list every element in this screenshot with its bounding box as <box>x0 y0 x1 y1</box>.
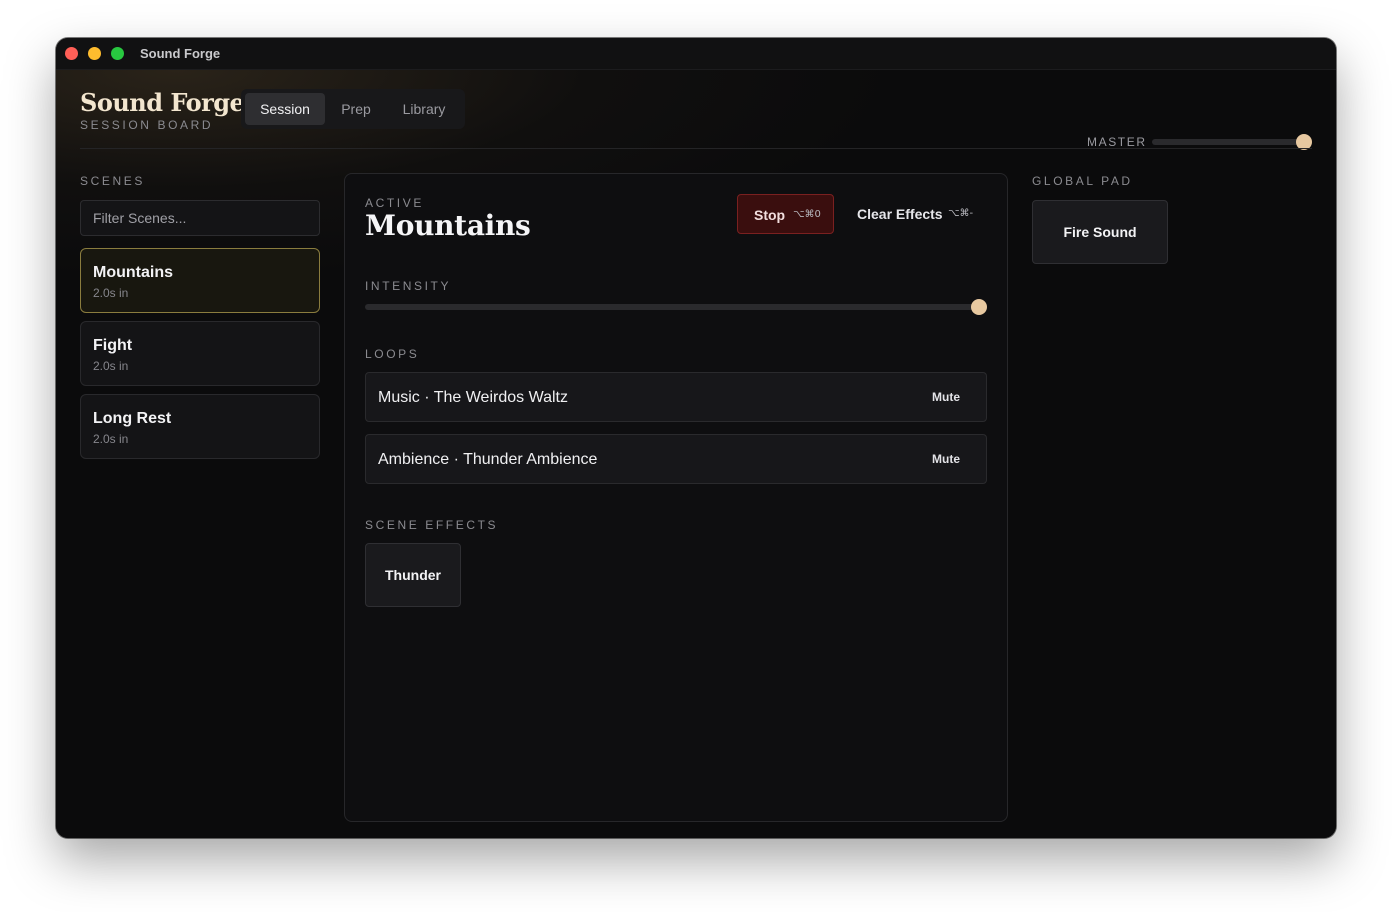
title-bar: Sound Forge <box>56 38 1336 70</box>
mute-button[interactable]: Mute <box>922 446 970 472</box>
brand-subtitle: SESSION BOARD <box>80 118 214 132</box>
scene-card-mountains[interactable]: Mountains 2.0s in <box>80 248 320 313</box>
active-scene-title: Mountains <box>365 209 531 242</box>
loop-row-ambience: Ambience · Thunder Ambience Mute <box>365 434 987 484</box>
stop-shortcut: ⌥⌘0 <box>793 209 821 220</box>
view-tabs: Session Prep Library <box>241 89 465 129</box>
scene-meta: 2.0s in <box>93 286 129 300</box>
mute-button[interactable]: Mute <box>922 384 970 410</box>
active-scene-panel: ACTIVE Mountains Stop ⌥⌘0 Clear Effects … <box>344 173 1008 822</box>
filter-scenes-input[interactable] <box>80 200 320 236</box>
clear-effects-shortcut: ⌥⌘- <box>948 208 974 219</box>
loop-label: Ambience · Thunder Ambience <box>378 451 598 468</box>
clear-effects-button[interactable]: Clear Effects ⌥⌘- <box>845 194 977 234</box>
brand-title: Sound Forge <box>80 88 245 117</box>
stop-button-label: Stop <box>754 207 786 223</box>
header-divider <box>80 148 1312 149</box>
scene-effects-label: SCENE EFFECTS <box>365 518 499 532</box>
app-content: Sound Forge SESSION BOARD Session Prep L… <box>56 70 1336 838</box>
scene-card-fight[interactable]: Fight 2.0s in <box>80 321 320 386</box>
scene-name: Long Rest <box>93 410 172 427</box>
intensity-knob[interactable] <box>971 299 987 315</box>
effect-pad-thunder[interactable]: Thunder <box>365 543 461 607</box>
tab-library[interactable]: Library <box>387 93 461 125</box>
loops-label: LOOPS <box>365 347 420 361</box>
global-pad-fire-sound[interactable]: Fire Sound <box>1032 200 1168 264</box>
intensity-label: INTENSITY <box>365 279 452 293</box>
scene-name: Fight <box>93 337 133 354</box>
scene-meta: 2.0s in <box>93 432 129 446</box>
loop-row-music: Music · The Weirdos Waltz Mute <box>365 372 987 422</box>
tab-session[interactable]: Session <box>245 93 325 125</box>
zoom-window-button[interactable] <box>111 47 124 60</box>
scenes-label: SCENES <box>80 174 145 188</box>
close-window-button[interactable] <box>65 47 78 60</box>
master-volume-slider[interactable] <box>1152 134 1312 150</box>
stop-button[interactable]: Stop ⌥⌘0 <box>737 194 834 234</box>
scene-card-long-rest[interactable]: Long Rest 2.0s in <box>80 394 320 459</box>
intensity-slider[interactable] <box>365 299 987 315</box>
clear-effects-label: Clear Effects <box>857 206 943 222</box>
loop-label: Music · The Weirdos Waltz <box>378 389 568 406</box>
scene-name: Mountains <box>93 264 173 281</box>
active-label: ACTIVE <box>365 196 424 210</box>
tab-prep[interactable]: Prep <box>325 93 387 125</box>
window-title: Sound Forge <box>140 46 221 61</box>
master-label: MASTER <box>1087 135 1147 149</box>
app-window: Sound Forge Sound Forge SESSION BOARD Se… <box>56 38 1336 838</box>
minimize-window-button[interactable] <box>88 47 101 60</box>
scene-meta: 2.0s in <box>93 359 129 373</box>
global-pad-label: GLOBAL PAD <box>1032 174 1133 188</box>
